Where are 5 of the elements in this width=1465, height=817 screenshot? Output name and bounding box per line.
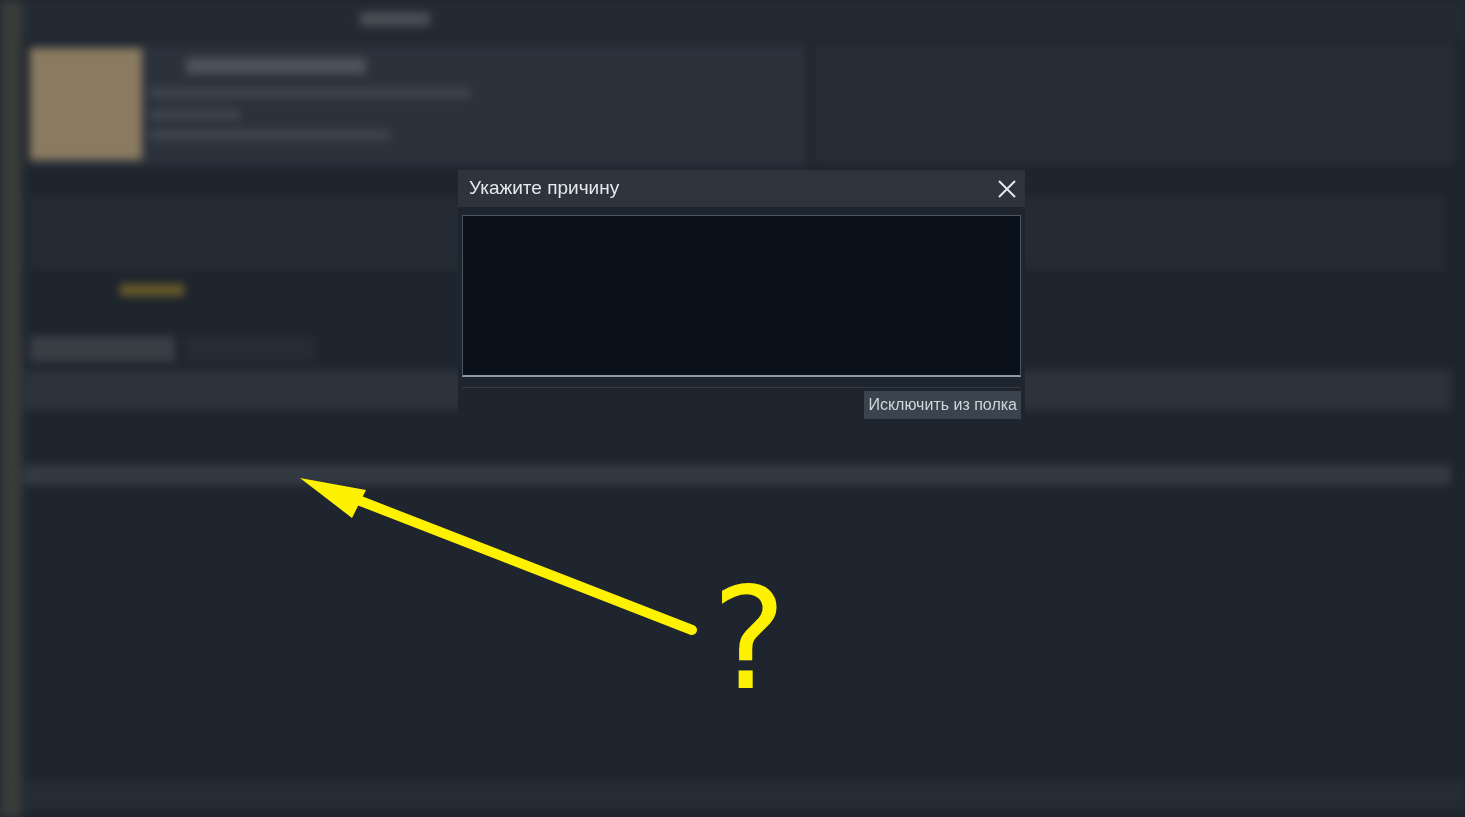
annotation-question-mark: ?: [712, 570, 787, 710]
reason-input-field[interactable]: [462, 215, 1021, 377]
dialog-title: Укажите причину: [469, 176, 620, 201]
close-icon[interactable]: [997, 178, 1017, 199]
exclude-button[interactable]: Исключить из полка: [864, 391, 1021, 419]
